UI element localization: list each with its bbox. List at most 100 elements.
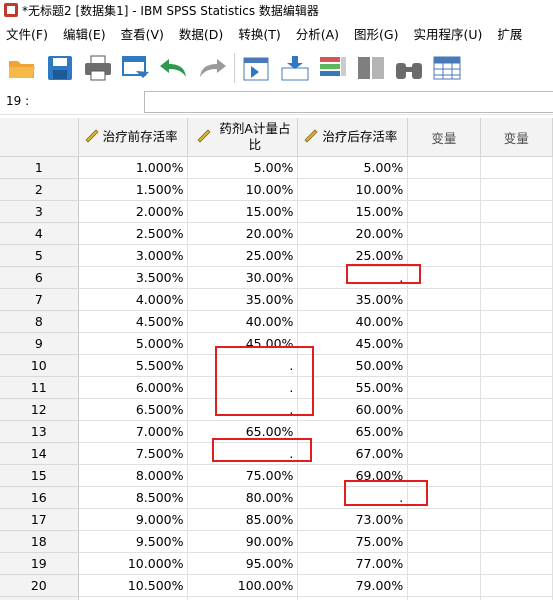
cell-drug-a-ratio[interactable]: 95.00% [187,552,299,575]
cell-drug-a-ratio[interactable]: 40.00% [187,310,299,333]
cell-empty[interactable] [480,288,553,311]
cell-pre-survival[interactable]: 1.500% [78,178,189,201]
cell-empty[interactable] [407,552,481,575]
cell-drug-a-ratio[interactable]: 90.00% [187,530,299,553]
redo-icon[interactable] [196,52,228,84]
row-number[interactable]: 17 [0,508,79,531]
row-number[interactable]: 3 [0,200,79,223]
cell-post-survival[interactable]: 5.00% [297,156,409,179]
cell-empty[interactable] [480,200,553,223]
grid-corner[interactable] [0,118,79,157]
column-header-empty-1[interactable]: 变量 [407,118,481,157]
cell-empty[interactable] [407,156,481,179]
print-icon[interactable] [82,52,114,84]
column-header-post-survival[interactable]: 治疗后存活率 [297,118,409,157]
row-number[interactable]: 16 [0,486,79,509]
row-number[interactable]: 7 [0,288,79,311]
cell-post-survival[interactable]: 15.00% [297,200,409,223]
cell-pre-survival[interactable]: 10.000% [78,552,189,575]
cell-empty[interactable] [480,442,553,465]
cell-pre-survival[interactable]: 3.500% [78,266,189,289]
menu-utilities[interactable]: 实用程序(U) [407,24,491,43]
row-number[interactable]: 1 [0,156,79,179]
cell-empty[interactable] [407,310,481,333]
cell-post-survival[interactable] [297,596,409,600]
cell-post-survival[interactable]: 45.00% [297,332,409,355]
cell-empty[interactable] [480,376,553,399]
cell-drug-a-ratio[interactable]: 100.00% [187,574,299,597]
cell-empty[interactable] [480,508,553,531]
cell-empty[interactable] [480,222,553,245]
insert-cases-icon[interactable] [431,52,463,84]
cell-empty[interactable] [407,332,481,355]
cell-empty[interactable] [407,178,481,201]
row-number[interactable]: 2 [0,178,79,201]
cell-pre-survival[interactable]: 5.000% [78,332,189,355]
cell-empty[interactable] [407,376,481,399]
cell-post-survival[interactable]: 20.00% [297,222,409,245]
cell-empty[interactable] [480,398,553,421]
cell-pre-survival[interactable]: 5.500% [78,354,189,377]
cell-empty[interactable] [407,200,481,223]
cell-pre-survival[interactable]: 1.000% [78,156,189,179]
row-number[interactable]: 10 [0,354,79,377]
cell-pre-survival[interactable]: 2.000% [78,200,189,223]
menu-extensions[interactable]: 扩展 [491,24,531,43]
cell-pre-survival[interactable]: 2.500% [78,222,189,245]
cell-drug-a-ratio[interactable]: 85.00% [187,508,299,531]
cell-empty[interactable] [480,354,553,377]
menu-file[interactable]: 文件(F) [0,24,57,43]
cell-pre-survival[interactable]: 8.500% [78,486,189,509]
cell-drug-a-ratio[interactable]: 5.00% [187,156,299,179]
cell-pre-survival[interactable]: 4.000% [78,288,189,311]
cell-empty[interactable] [480,530,553,553]
menu-data[interactable]: 数据(D) [173,24,232,43]
row-number[interactable]: 6 [0,266,79,289]
cell-post-survival[interactable]: 35.00% [297,288,409,311]
cell-post-survival[interactable]: 67.00% [297,442,409,465]
row-number[interactable]: 18 [0,530,79,553]
cell-post-survival[interactable]: 73.00% [297,508,409,531]
row-number[interactable]: 11 [0,376,79,399]
row-number[interactable]: 20 [0,574,79,597]
cell-empty[interactable] [407,288,481,311]
cell-post-survival[interactable]: 65.00% [297,420,409,443]
row-number[interactable]: 19 [0,552,79,575]
menu-edit[interactable]: 编辑(E) [57,24,115,43]
cell-empty[interactable] [407,420,481,443]
cell-pre-survival[interactable] [78,596,189,600]
cell-empty[interactable] [480,332,553,355]
cell-empty[interactable] [480,178,553,201]
cell-empty[interactable] [407,398,481,421]
cell-post-survival[interactable]: 79.00% [297,574,409,597]
cell-empty[interactable] [407,508,481,531]
menu-analyze[interactable]: 分析(A) [290,24,348,43]
cell-post-survival[interactable]: 77.00% [297,552,409,575]
cell-empty[interactable] [480,156,553,179]
open-icon[interactable] [6,52,38,84]
cell-empty[interactable] [407,354,481,377]
save-icon[interactable] [44,52,76,84]
row-number[interactable]: 15 [0,464,79,487]
cell-empty[interactable] [407,442,481,465]
cell-drug-a-ratio[interactable]: 20.00% [187,222,299,245]
cell-empty[interactable] [480,486,553,509]
cell-empty[interactable] [480,464,553,487]
cell-pre-survival[interactable]: 7.500% [78,442,189,465]
dialog-recall-icon[interactable] [120,52,152,84]
cell-pre-survival[interactable]: 8.000% [78,464,189,487]
cell-empty[interactable] [480,310,553,333]
cell-pre-survival[interactable]: 4.500% [78,310,189,333]
column-header-empty-2[interactable]: 变量 [480,118,553,157]
cell-pre-survival[interactable]: 6.500% [78,398,189,421]
row-number[interactable]: 5 [0,244,79,267]
cell-empty[interactable] [480,420,553,443]
cell-empty[interactable] [407,574,481,597]
split-file-icon[interactable] [355,52,387,84]
cell-post-survival[interactable]: 10.00% [297,178,409,201]
row-number[interactable]: 9 [0,332,79,355]
row-number[interactable]: 21 [0,596,79,600]
row-number[interactable]: 8 [0,310,79,333]
cell-drug-a-ratio[interactable]: 75.00% [187,464,299,487]
cell-empty[interactable] [407,222,481,245]
